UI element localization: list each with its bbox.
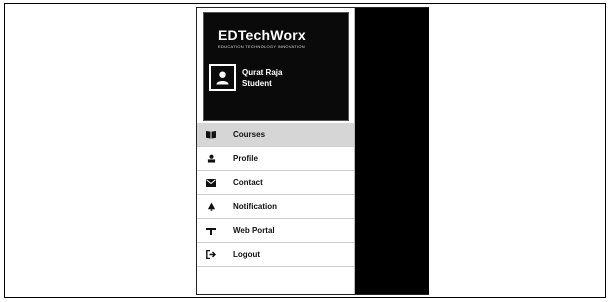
menu-label-courses: Courses — [233, 130, 266, 139]
menu-item-contact[interactable]: Contact — [197, 171, 354, 195]
menu-item-courses[interactable]: Courses — [197, 123, 354, 147]
menu-label-notification: Notification — [233, 202, 277, 211]
book-open-icon — [206, 130, 216, 140]
logout-icon — [206, 250, 216, 260]
menu-label-logout: Logout — [233, 250, 261, 259]
drawer-scrim[interactable] — [355, 8, 429, 294]
menu-item-notification[interactable]: Notification — [197, 195, 354, 219]
brand-tagline: EDUCATION TECHNOLOGY INNOVATION — [218, 44, 305, 49]
menu-item-logout[interactable]: Logout — [197, 243, 354, 267]
avatar[interactable] — [209, 64, 236, 91]
user-role: Student — [242, 79, 272, 88]
drawer-header: EDTechWorx EDUCATION TECHNOLOGY INNOVATI… — [203, 12, 349, 121]
drawer-menu: Courses Profile Contact Notification Web… — [197, 123, 354, 267]
user-name: Qurat Raja — [242, 68, 283, 77]
envelope-icon — [206, 178, 216, 188]
bell-icon — [206, 202, 216, 212]
menu-label-web-portal: Web Portal — [233, 226, 275, 235]
menu-item-web-portal[interactable]: Web Portal — [197, 219, 354, 243]
menu-item-profile[interactable]: Profile — [197, 147, 354, 171]
portal-icon — [206, 226, 216, 236]
menu-label-contact: Contact — [233, 178, 263, 187]
phone-screen: EDTechWorx EDUCATION TECHNOLOGY INNOVATI… — [196, 7, 429, 295]
navigation-drawer: EDTechWorx EDUCATION TECHNOLOGY INNOVATI… — [197, 8, 355, 294]
menu-label-profile: Profile — [233, 154, 258, 163]
person-icon — [216, 71, 229, 85]
brand-title: EDTechWorx — [218, 27, 306, 43]
person-icon — [206, 154, 216, 164]
